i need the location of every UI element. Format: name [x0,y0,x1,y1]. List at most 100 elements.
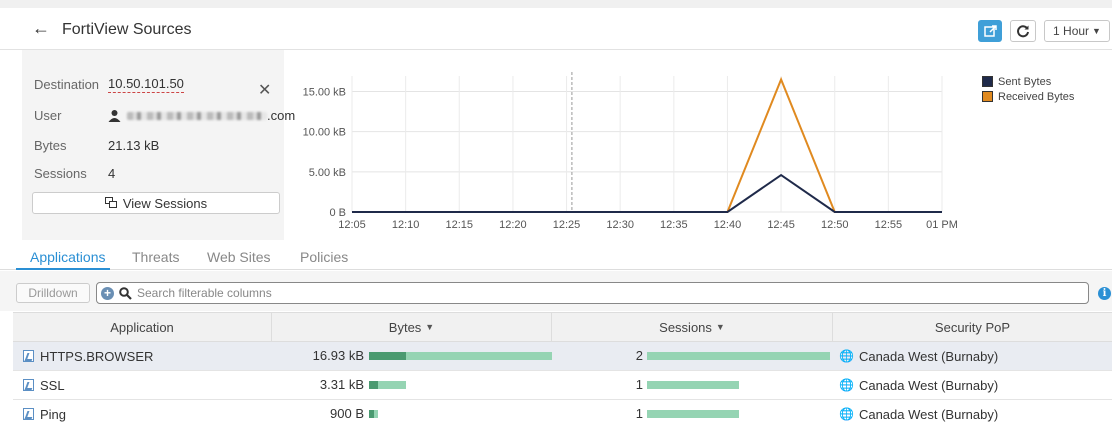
x-tick-label: 12:50 [821,219,849,231]
drilldown-button[interactable]: Drilldown [16,283,90,303]
legend-label-received: Received Bytes [998,90,1075,103]
column-header-bytes[interactable]: Bytes ▼ [272,313,552,341]
time-range-select[interactable]: 1 Hour ▼ [1044,20,1110,42]
legend-item-sent[interactable]: Sent Bytes [982,74,1074,89]
refresh-button[interactable] [1010,20,1036,42]
destination-value[interactable]: 10.50.101.50 [108,76,184,93]
back-arrow-icon[interactable]: ← [32,19,50,37]
summary-panel: Destination 10.50.101.50 ✕ User .com Byt… [22,50,295,240]
x-tick-label: 12:05 [338,219,366,231]
view-sessions-button[interactable]: View Sessions [32,192,280,214]
bytes-bar [369,410,378,418]
tab-threats[interactable]: Threats [132,249,179,265]
cell-sessions: 1 [552,371,833,399]
column-header-label: Sessions [659,319,712,335]
legend-swatch-sent [982,76,993,87]
sessions-value: 1 [635,377,643,392]
column-header-security-pop[interactable]: Security PoP [833,313,1112,341]
info-icon[interactable]: i [1098,287,1111,300]
add-filter-icon[interactable]: + [101,286,114,300]
legend-swatch-received [982,91,993,102]
application-name: Ping [40,406,67,422]
destination-label: Destination [34,77,100,92]
x-tick-label: 12:15 [446,219,474,231]
tab-bar: Applications Threats Web Sites Policies [0,240,1112,270]
table-row[interactable]: SSL 3.31 kB 1 🌐 Canada West (Burnaby) [13,371,1112,400]
table-row[interactable]: HTTPS.BROWSER 16.93 kB 2 🌐 Canada West (Burn… [13,342,1112,371]
sessions-bar [647,352,830,360]
bytes-value: 3.31 kB [319,377,364,392]
y-tick-label: 10.00 kB [303,127,346,139]
column-header-application[interactable]: Application [13,313,272,341]
user-icon [108,110,121,122]
x-tick-label: 12:40 [714,219,742,231]
x-tick-label: 12:10 [392,219,420,231]
destination-row: Destination 10.50.101.50 [34,76,184,93]
column-header-sessions[interactable]: Sessions ▼ [552,313,833,341]
search-input[interactable] [137,286,1088,300]
sessions-value: 4 [108,166,116,181]
column-header-label: Application [110,319,174,335]
legend-item-received[interactable]: Received Bytes [982,89,1074,104]
globe-icon: 🌐 [839,378,854,392]
clear-filter-icon[interactable]: ✕ [258,80,271,100]
table-row[interactable]: Ping 900 B 1 🌐 Canada West (Burnaby) [13,400,1112,428]
bytes-bar-sent [369,381,378,389]
sessions-label: Sessions [34,166,87,181]
security-pop-name: Canada West (Burnaby) [858,377,999,393]
globe-icon: 🌐 [839,407,854,421]
y-tick-label: 0 B [329,207,346,219]
cell-application: SSL [13,371,272,399]
application-icon [23,350,34,362]
bytes-label: Bytes [34,138,67,153]
tab-web-sites[interactable]: Web Sites [207,249,271,265]
security-pop-name: Canada West (Burnaby) [858,406,999,422]
series-line-received-bytes [352,76,942,213]
chart-legend: Sent Bytes Received Bytes [982,74,1074,104]
cell-security-pop: 🌐 Canada West (Burnaby) [833,342,1112,370]
sessions-value: 1 [635,406,643,421]
x-tick-label: 12:20 [499,219,527,231]
bytes-bar-sent [369,352,406,360]
security-pop-name: Canada West (Burnaby) [858,348,999,364]
application-name: HTTPS.BROWSER [40,348,154,364]
view-sessions-label: View Sessions [122,195,208,211]
table-header: Application Bytes ▼ Sessions ▼ Security Po… [13,312,1112,342]
tab-policies[interactable]: Policies [300,249,348,265]
redacted-username [127,111,267,120]
bytes-value: 21.13 kB [108,138,160,153]
user-value: .com [108,108,295,123]
table-toolbar: Drilldown + [0,271,1112,311]
cell-sessions: 2 [552,342,833,370]
sessions-value: 2 [635,348,643,363]
globe-icon: 🌐 [839,349,854,363]
bytes-bar [369,381,406,389]
time-range-value: 1 Hour [1053,24,1090,38]
column-header-label: Security PoP [934,319,1011,335]
cell-application: Ping [13,400,272,428]
x-tick-label: 01 PM [926,219,958,231]
sessions-row: Sessions 4 [34,166,115,181]
bytes-bar-sent [369,410,374,418]
caret-down-icon: ▼ [1092,26,1101,36]
user-row: User .com [34,108,295,123]
sort-desc-icon: ▼ [715,322,725,332]
x-tick-label: 12:35 [660,219,688,231]
y-tick-label: 15.00 kB [303,87,346,99]
application-name: SSL [40,377,65,393]
x-tick-label: 12:55 [875,219,903,231]
x-tick-label: 12:30 [606,219,634,231]
cell-bytes: 900 B [272,400,552,428]
open-external-button[interactable] [978,20,1002,42]
bytes-value: 16.93 kB [312,348,364,363]
external-link-icon [983,24,997,37]
bytes-row: Bytes 21.13 kB [34,138,159,153]
sort-desc-icon: ▼ [425,322,435,332]
bytes-bar [369,352,552,360]
column-header-label: Bytes [388,319,422,335]
tab-applications[interactable]: Applications [30,249,106,265]
sessions-bar [647,410,739,418]
search-box: + [96,282,1089,304]
cell-bytes: 3.31 kB [272,371,552,399]
sessions-bar [647,381,739,389]
